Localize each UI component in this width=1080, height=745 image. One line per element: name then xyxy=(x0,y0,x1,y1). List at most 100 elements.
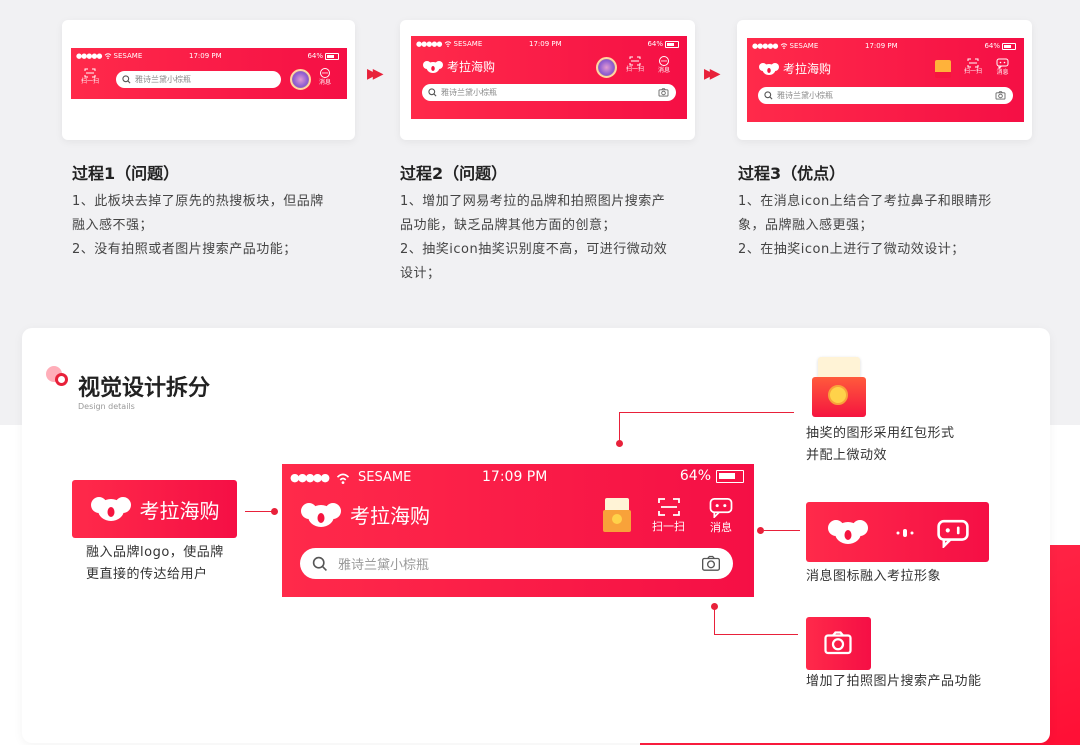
annotation-line: 并配上微动效 xyxy=(806,448,888,463)
status-time: 17:09 PM xyxy=(189,52,222,60)
message-icon xyxy=(709,498,733,520)
carrier-text: SESAME xyxy=(358,470,412,485)
process3-title: 过程3（优点） xyxy=(738,164,846,183)
scan-button[interactable]: 扫一扫 xyxy=(81,68,99,85)
search-bar[interactable]: 雅诗兰黛小棕瓶 xyxy=(116,71,281,88)
brand-logo: 考拉海购 xyxy=(759,60,831,77)
status-time: 17:09 PM xyxy=(865,42,898,50)
arrow-right-icon: ▶▶ xyxy=(704,66,720,82)
scan-button[interactable]: 扫一扫 xyxy=(652,497,685,533)
battery-text: 64% xyxy=(647,40,663,48)
connector-line xyxy=(714,634,798,635)
process2-card: ●●●●● SESAME 17:09 PM 64% 考拉海购 扫一扫 消息 雅诗… xyxy=(400,20,695,140)
signal-dots-icon: ●●●●● xyxy=(76,52,103,60)
status-battery: 64% xyxy=(984,42,1016,50)
process2-title: 过程2（问题） xyxy=(400,164,508,183)
status-time: 17:09 PM xyxy=(482,469,548,485)
lottery-redpacket-icon[interactable] xyxy=(601,498,633,534)
status-carrier: ●●●●● SESAME xyxy=(752,42,818,50)
search-placeholder: 雅诗兰黛小棕瓶 xyxy=(441,88,497,97)
carrier-text: SESAME xyxy=(453,40,483,48)
connector-line xyxy=(714,607,715,634)
message-label: 消息 xyxy=(996,69,1009,76)
brand-name: 考拉海购 xyxy=(783,62,832,76)
battery-icon xyxy=(716,469,744,483)
process3-line: 1、在消息icon上结合了考拉鼻子和眼睛形 xyxy=(738,194,992,209)
avatar-icon[interactable] xyxy=(290,69,311,90)
signal-dots-icon: ●●●●● xyxy=(416,40,443,48)
wifi-icon xyxy=(336,473,350,484)
search-bar[interactable]: 雅诗兰黛小棕瓶 xyxy=(300,548,733,579)
title-decoration-ring xyxy=(55,373,68,386)
process1-card: ●●●●● SESAME 17:09 PM 64% 扫一扫 雅诗兰黛小棕瓶 消息 xyxy=(62,20,355,140)
connector-line xyxy=(619,412,620,442)
brand-name: 考拉海购 xyxy=(350,504,430,528)
brand-name: 考拉海购 xyxy=(139,498,220,523)
koala-logo-icon xyxy=(90,497,131,521)
camera-icon[interactable] xyxy=(701,555,721,572)
message-label: 消息 xyxy=(319,79,332,86)
scan-label: 扫一扫 xyxy=(652,520,685,533)
battery-icon xyxy=(325,52,339,60)
search-icon xyxy=(122,75,131,84)
search-bar[interactable]: 雅诗兰黛小棕瓶 xyxy=(758,87,1013,104)
status-battery: 64% xyxy=(680,469,744,483)
brand-logo: 考拉海购 xyxy=(423,58,495,75)
connector-dot xyxy=(757,527,764,534)
connector-dot xyxy=(616,440,623,447)
brand-logo: 考拉海购 xyxy=(300,500,430,529)
status-carrier: ●●●●● SESAME xyxy=(416,40,482,48)
camera-icon-sample xyxy=(806,617,871,670)
message-icon-sample xyxy=(806,502,989,562)
process3-line: 2、在抽奖icon上进行了微动效设计； xyxy=(738,242,965,257)
scan-label: 扫一扫 xyxy=(626,66,645,73)
status-battery: 64% xyxy=(307,52,339,60)
battery-text: 64% xyxy=(679,468,711,484)
message-icon xyxy=(659,56,669,66)
wifi-icon xyxy=(780,43,787,49)
process1-line: 2、没有拍照或者图片搜索产品功能； xyxy=(72,242,297,257)
process1-title: 过程1（问题） xyxy=(72,164,180,183)
process2-line: 设计； xyxy=(400,266,441,281)
message-button[interactable]: 消息 xyxy=(708,497,734,534)
message-button[interactable]: 消息 xyxy=(996,58,1009,76)
camera-annotation: 增加了拍照图片搜索产品功能 xyxy=(806,674,982,689)
message-icon xyxy=(937,519,969,548)
message-button[interactable]: 消息 xyxy=(658,56,670,74)
scan-label: 扫一扫 xyxy=(964,68,983,75)
koala-logo-icon xyxy=(759,62,779,75)
search-placeholder: 雅诗兰黛小棕瓶 xyxy=(338,558,430,573)
battery-icon xyxy=(665,40,679,48)
battery-text: 64% xyxy=(307,52,323,60)
scan-button[interactable]: 扫一扫 xyxy=(964,58,982,75)
process2-line: 品功能，缺乏品牌其他方面的创意； xyxy=(400,218,617,233)
scan-icon xyxy=(967,58,979,68)
camera-icon[interactable] xyxy=(658,88,669,97)
annotation-line: 更直接的传达给用户 xyxy=(86,567,208,582)
arrow-right-icon: ▶▶ xyxy=(367,66,383,82)
connector-line xyxy=(764,530,800,531)
message-annotation: 消息图标融入考拉形象 xyxy=(806,569,942,584)
scan-icon xyxy=(629,56,641,66)
koala-logo-icon xyxy=(423,60,443,73)
process2-phone: ●●●●● SESAME 17:09 PM 64% 考拉海购 扫一扫 消息 雅诗… xyxy=(411,36,687,119)
lottery-redpacket-icon[interactable] xyxy=(935,60,951,78)
search-icon xyxy=(312,556,327,571)
camera-icon[interactable] xyxy=(995,91,1006,100)
process1-line: 1、此板块去掉了原先的热搜板块，但品牌 xyxy=(72,194,324,209)
search-icon xyxy=(428,88,437,97)
process1-line: 融入感不强； xyxy=(72,218,154,233)
avatar-icon[interactable] xyxy=(596,57,617,78)
process3-description: 1、在消息icon上结合了考拉鼻子和眼睛形 象，品牌融入感更强； 2、在抽奖ic… xyxy=(738,190,992,262)
koala-logo-icon xyxy=(301,502,341,527)
process3-line: 象，品牌融入感更强； xyxy=(738,218,874,233)
annotation-line: 融入品牌logo，使品牌 xyxy=(86,545,224,560)
battery-icon xyxy=(1002,42,1016,50)
message-button[interactable]: 消息 xyxy=(319,68,331,86)
message-icon xyxy=(996,58,1009,69)
process3-phone: ●●●●● SESAME 17:09 PM 64% 考拉海购 扫一扫 消息 雅诗… xyxy=(747,38,1024,122)
connector-dot xyxy=(271,508,278,515)
search-bar[interactable]: 雅诗兰黛小棕瓶 xyxy=(422,84,676,101)
scan-button[interactable]: 扫一扫 xyxy=(626,56,644,73)
header-mockup-large: ●●●●● SESAME 17:09 PM 64% 考拉海购 扫一扫 消息 雅诗… xyxy=(282,464,754,597)
